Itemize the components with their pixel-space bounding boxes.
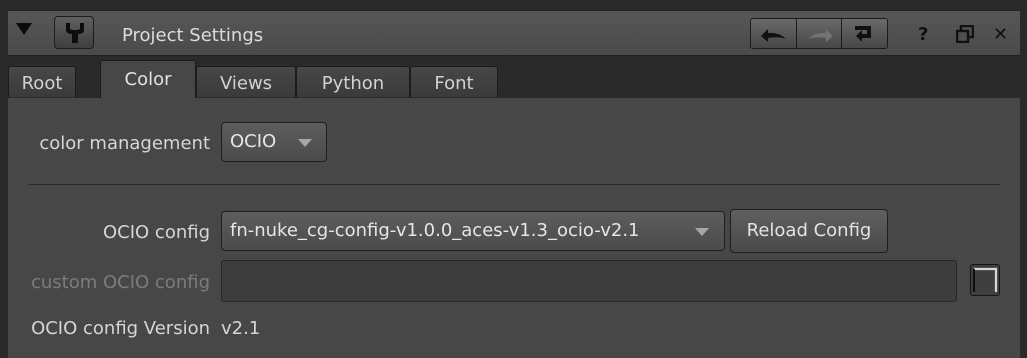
revert-icon (855, 26, 872, 42)
custom-ocio-config-label: custom OCIO config (30, 272, 210, 293)
tab-font[interactable]: Font (410, 66, 498, 98)
collapse-triangle-icon[interactable] (16, 23, 32, 35)
section-divider (28, 184, 1000, 185)
redo-button[interactable] (796, 19, 843, 48)
float-window-icon[interactable] (956, 25, 974, 43)
folder-icon (973, 267, 998, 292)
ocio-config-dropdown[interactable]: fn-nuke_cg-config-v1.0.0_aces-v1.3_ocio-… (221, 211, 725, 251)
ocio-config-value: fn-nuke_cg-config-v1.0.0_aces-v1.3_ocio-… (230, 220, 640, 241)
color-management-value: OCIO (230, 131, 277, 152)
panel-titlebar: Project Settings ? ✕ (8, 10, 1020, 56)
reload-config-button[interactable]: Reload Config (730, 209, 888, 253)
chevron-down-icon (298, 139, 312, 147)
chevron-down-icon (695, 228, 709, 236)
undo-button[interactable] (751, 19, 797, 48)
color-management-label: color management (39, 133, 210, 154)
history-button-group (750, 18, 888, 49)
tab-bar: Root Color Views Python Font (8, 60, 1020, 98)
color-management-dropdown[interactable]: OCIO (221, 122, 327, 162)
ocio-config-version-label: OCIO config Version (31, 318, 210, 339)
undo-icon (761, 29, 786, 42)
ocio-config-label: OCIO config (102, 222, 210, 243)
redo-icon (807, 29, 833, 42)
browse-folder-button[interactable] (970, 264, 1000, 296)
help-icon[interactable]: ? (918, 24, 928, 45)
close-icon[interactable]: ✕ (993, 24, 1008, 45)
tab-python[interactable]: Python (296, 66, 410, 98)
node-settings-button[interactable] (54, 16, 94, 49)
custom-ocio-config-field[interactable] (221, 260, 957, 302)
panel-title: Project Settings (122, 25, 264, 46)
revert-button[interactable] (842, 19, 887, 48)
tab-color[interactable]: Color (100, 60, 196, 98)
color-tab-panel: color management OCIO OCIO config fn-nuk… (8, 97, 1020, 358)
tab-views[interactable]: Views (196, 66, 296, 98)
wrench-icon (66, 23, 84, 43)
ocio-config-version-value: v2.1 (221, 318, 261, 339)
tab-root[interactable]: Root (8, 66, 76, 98)
